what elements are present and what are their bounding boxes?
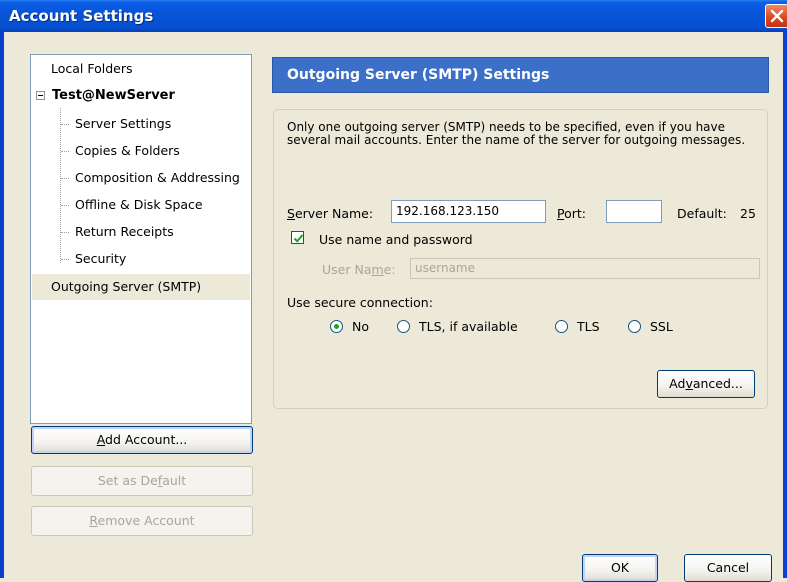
radio-ssl[interactable] — [628, 320, 641, 333]
username-label-pre: User Na — [322, 262, 372, 277]
port-label-text: ort: — [564, 206, 586, 221]
tree-item-account[interactable]: Test@NewServer — [52, 88, 175, 103]
use-name-password-label[interactable]: Use name and password — [319, 232, 473, 247]
panel-description: Only one outgoing server (SMTP) needs to… — [287, 120, 746, 147]
advanced-label-pre: Ad — [669, 376, 686, 391]
set-as-default-button[interactable]: Set as Default — [31, 466, 253, 496]
radio-tls-if-available-label[interactable]: TLS, if available — [419, 319, 518, 334]
checkmark-icon — [293, 234, 304, 243]
panel-header: Outgoing Server (SMTP) Settings — [272, 57, 769, 93]
use-name-password-checkbox[interactable] — [291, 231, 304, 244]
radio-tls[interactable] — [555, 320, 568, 333]
tree-item-server-settings[interactable]: Server Settings — [75, 116, 171, 131]
account-tree[interactable] — [30, 54, 252, 424]
remove-account-button[interactable]: Remove Account — [31, 506, 253, 536]
ok-label: OK — [610, 560, 630, 575]
remove-account-label: emove Account — [97, 513, 195, 528]
radio-no-label[interactable]: No — [352, 319, 369, 334]
server-name-accesskey: S — [287, 206, 295, 221]
cancel-label: Cancel — [706, 560, 750, 575]
collapse-icon[interactable] — [36, 91, 45, 100]
advanced-accesskey: v — [685, 376, 693, 391]
set-default-label-pre: Set as De — [97, 473, 158, 488]
tree-item-composition-addressing[interactable]: Composition & Addressing — [75, 170, 240, 185]
port-label: Port: — [557, 206, 586, 221]
title-bar[interactable]: Account Settings — [0, 0, 787, 32]
advanced-label-post: anced... — [692, 376, 743, 391]
tree-item-return-receipts[interactable]: Return Receipts — [75, 224, 174, 239]
tree-item-outgoing-server[interactable]: Outgoing Server (SMTP) — [51, 279, 201, 294]
close-button[interactable] — [765, 4, 787, 28]
set-default-label-post: ault — [162, 473, 187, 488]
tree-item-local-folders[interactable]: Local Folders — [51, 61, 133, 76]
port-input[interactable] — [606, 200, 662, 223]
window-title: Account Settings — [9, 7, 154, 25]
remove-account-accesskey: R — [89, 513, 98, 528]
radio-tls-if-available[interactable] — [397, 320, 410, 333]
tree-item-offline-disk-space[interactable]: Offline & Disk Space — [75, 197, 203, 212]
username-label: User Name: — [322, 262, 396, 277]
username-label-post: e: — [383, 262, 396, 277]
default-port-value: 25 — [740, 206, 756, 221]
close-icon — [770, 9, 784, 23]
radio-tls-label[interactable]: TLS — [577, 319, 600, 334]
tree-item-security[interactable]: Security — [75, 251, 126, 266]
tree-item-copies-folders[interactable]: Copies & Folders — [75, 143, 180, 158]
server-name-input[interactable]: 192.168.123.150 — [391, 200, 546, 223]
username-accesskey: m — [371, 262, 384, 277]
radio-no[interactable] — [330, 320, 343, 333]
server-name-label: Server Name: — [287, 206, 373, 221]
secure-connection-label: Use secure connection: — [287, 295, 433, 310]
advanced-button[interactable]: Advanced... — [657, 370, 755, 398]
radio-ssl-label[interactable]: SSL — [650, 319, 673, 334]
add-account-label: dd Account... — [105, 432, 188, 447]
default-port-label: Default: — [677, 206, 727, 221]
username-input[interactable]: username — [410, 258, 760, 279]
server-name-label-text: erver Name: — [294, 206, 374, 221]
add-account-button[interactable]: Add Account... — [31, 426, 253, 454]
add-account-accesskey: A — [96, 432, 106, 447]
panel-title: Outgoing Server (SMTP) Settings — [287, 67, 550, 83]
